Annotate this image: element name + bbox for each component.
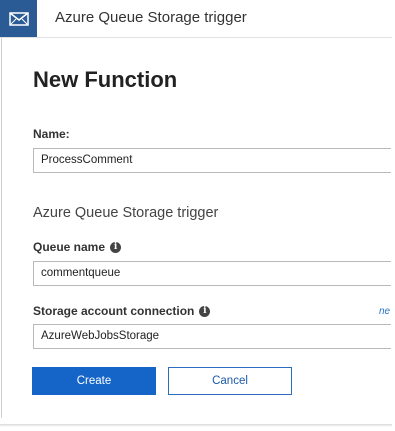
page-title: New Function: [33, 67, 178, 92]
name-input[interactable]: ProcessComment: [33, 148, 391, 173]
panel-border: [1, 38, 2, 418]
header-title: Azure Queue Storage trigger: [55, 9, 247, 26]
envelope-icon: [0, 0, 37, 37]
new-connection-link[interactable]: ne: [379, 306, 390, 317]
queue-name-input[interactable]: commentqueue: [33, 261, 391, 286]
create-button[interactable]: Create: [32, 367, 156, 395]
cancel-button[interactable]: Cancel: [168, 367, 292, 395]
header-bar: Azure Queue Storage trigger: [0, 0, 392, 38]
info-icon[interactable]: i: [199, 305, 211, 317]
name-label: Name:: [33, 127, 70, 141]
queue-name-label: Queue name i: [33, 240, 122, 254]
storage-connection-label: Storage account connection i: [33, 304, 211, 318]
section-title: Azure Queue Storage trigger: [33, 205, 219, 221]
panel-bottom-shadow: [0, 424, 392, 427]
storage-connection-select[interactable]: AzureWebJobsStorage: [33, 324, 391, 349]
name-label-text: Name:: [33, 127, 70, 141]
storage-connection-label-text: Storage account connection: [33, 304, 195, 318]
queue-name-label-text: Queue name: [33, 240, 106, 254]
info-icon[interactable]: i: [110, 241, 122, 253]
